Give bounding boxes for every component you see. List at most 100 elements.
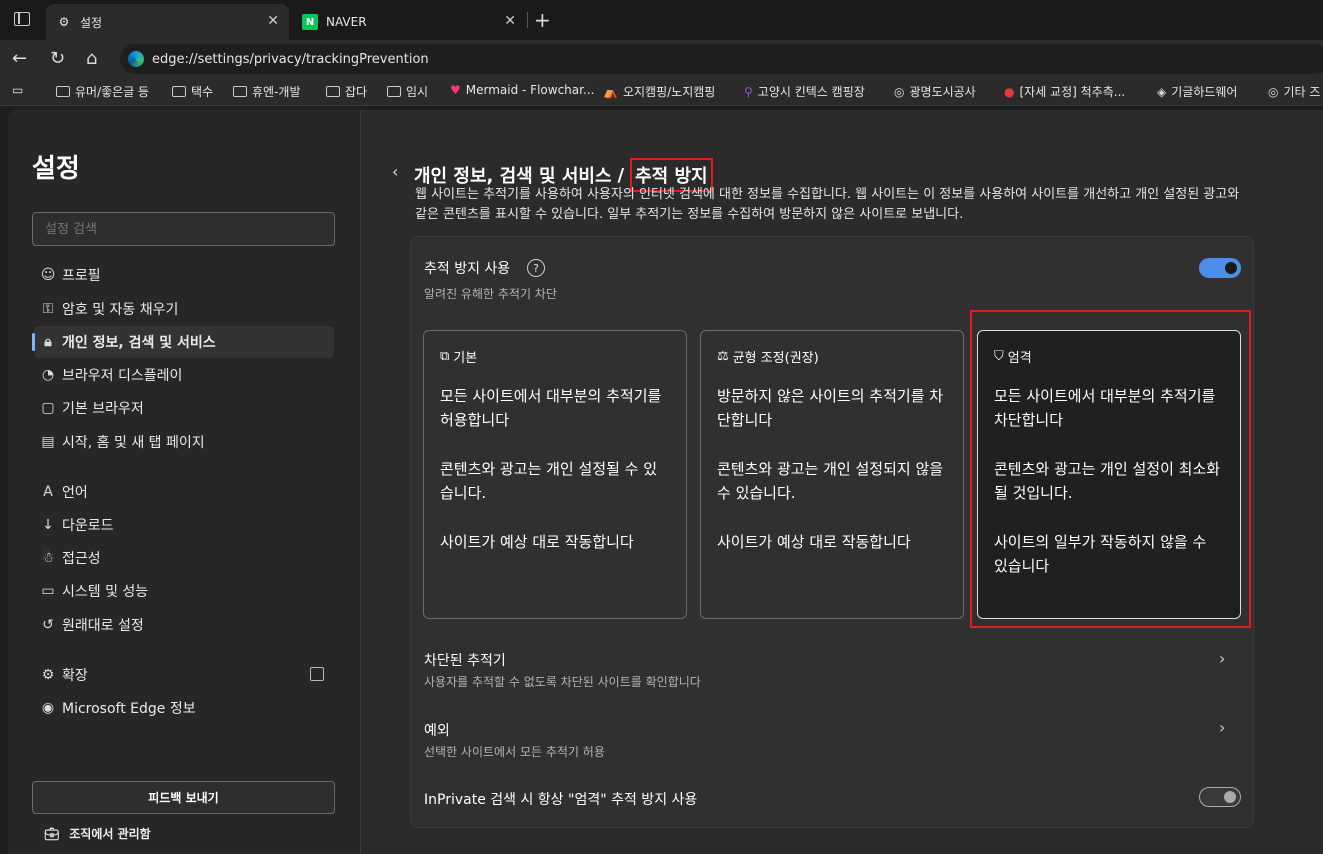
inprivate-label: InPrivate 검색 시 항상 "엄격" 추적 방지 사용	[424, 792, 698, 808]
edge-icon	[128, 51, 144, 67]
tab-settings[interactable]: ⚙ 설정 ✕	[46, 4, 289, 40]
address-bar[interactable]: edge://settings/privacy/trackingPreventi…	[120, 44, 1323, 74]
sidebar-item-passwords[interactable]: ⚿ 암호 및 자동 채우기	[34, 293, 334, 325]
sidebar: 설정 ☺프로필 ⚿암호 및 자동 채우기 🔒︎개인 정보, 검색 및 서비스 ◔…	[8, 110, 361, 854]
page-description: 웹 사이트는 추적기를 사용하여 사용자의 인터넷 검색에 대한 정보를 수집합…	[415, 187, 1240, 222]
enable-sub: 알려진 유해한 추적기 차단	[424, 287, 557, 301]
chevron-right-icon[interactable]: ›	[1219, 649, 1225, 668]
camp-icon: ⛺	[603, 84, 618, 99]
sidebar-item-language[interactable]: A 언어	[34, 476, 334, 508]
new-tab-icon[interactable]: +	[534, 8, 551, 32]
bookmark-item[interactable]: ◎ 기타 즈	[1268, 83, 1320, 100]
help-icon[interactable]: ?	[527, 259, 545, 277]
folder-icon	[56, 86, 70, 97]
profile-icon: ☺	[40, 267, 56, 283]
option-balanced[interactable]: ⚖ 균형 조정(권장) 방문하지 않은 사이트의 추적기를 차단합니다 콘텐츠와 …	[700, 330, 964, 619]
bookmark-item[interactable]: ⛺ 오지캠핑/노지캠핑	[603, 83, 715, 100]
language-icon: A	[43, 484, 53, 500]
collections-icon[interactable]: ▭	[12, 83, 23, 97]
chevron-right-icon[interactable]: ›	[1219, 718, 1225, 737]
tab-bar: ⚙ 설정 ✕ N NAVER ✕ +	[0, 0, 1323, 40]
sidebar-item-extensions[interactable]: ⚙ 확장	[34, 659, 334, 691]
shield-basic-icon: ⧉	[440, 349, 450, 364]
bookmark-item[interactable]: ◈ 기글하드웨어	[1157, 83, 1237, 100]
briefcase-icon: 💼︎	[44, 826, 60, 841]
exceptions-title[interactable]: 예외	[424, 720, 450, 740]
browser-icon: ▢	[41, 400, 55, 416]
sidebar-title: 설정	[32, 154, 80, 184]
naver-icon: N	[302, 14, 318, 30]
chevron-left-icon[interactable]: ‹	[392, 162, 398, 181]
home-icon[interactable]: ⌂	[86, 48, 97, 69]
close-icon[interactable]: ✕	[504, 13, 516, 29]
option-line: 사이트가 예상 대로 작동합니다	[440, 533, 634, 551]
download-icon: ↓	[42, 517, 54, 533]
option-line: 모든 사이트에서 대부분의 추적기를 허용합니다	[440, 387, 662, 429]
folder-icon	[387, 86, 401, 97]
tracking-toggle[interactable]	[1199, 258, 1241, 278]
search-input[interactable]	[32, 212, 335, 246]
bookmark-item[interactable]: 택수	[172, 83, 213, 100]
tab-label: NAVER	[326, 15, 367, 29]
bookmark-item[interactable]: ♥ Mermaid - Flowchar...	[450, 83, 594, 97]
toggle-knob	[1224, 791, 1236, 803]
folder-icon	[172, 86, 186, 97]
url-text: edge://settings/privacy/trackingPreventi…	[152, 51, 429, 67]
bookmark-item[interactable]: 잡다	[326, 83, 367, 100]
sidebar-item-about[interactable]: ◉ Microsoft Edge 정보	[34, 692, 334, 724]
inprivate-toggle[interactable]	[1199, 787, 1241, 807]
enable-label: 추적 방지 사용	[424, 261, 511, 277]
sidebar-item-system[interactable]: ▭ 시스템 및 성능	[34, 575, 334, 607]
bookmark-item[interactable]: ◎ 광명도시공사	[894, 83, 976, 100]
globe-icon: ◎	[1268, 84, 1279, 99]
workspace-icon[interactable]	[14, 12, 30, 26]
tab-label: 설정	[80, 15, 103, 30]
figure-icon: ⚲	[744, 84, 753, 99]
sidebar-item-start-home[interactable]: ▤ 시작, 홈 및 새 탭 페이지	[34, 426, 334, 458]
bookmark-item[interactable]: ● [자세 교정] 척추측...	[1004, 83, 1125, 100]
mermaid-icon: ♥	[450, 83, 461, 97]
back-arrow-icon[interactable]: ←	[12, 48, 27, 69]
folder-icon	[326, 86, 340, 97]
tab-naver[interactable]: N NAVER ✕	[292, 4, 526, 40]
bookmark-item[interactable]: ⚲ 고양시 킨텍스 캠핑장	[744, 83, 865, 100]
external-link-icon	[310, 667, 324, 681]
org-managed[interactable]: 💼︎ 조직에서 관리함	[44, 825, 151, 842]
scale-icon: ⚖	[717, 349, 729, 364]
accessibility-icon: ☃	[41, 550, 55, 566]
blocked-trackers-title[interactable]: 차단된 추적기	[424, 650, 506, 670]
blocked-trackers-sub: 사용자를 추적할 수 없도록 차단된 사이트를 확인합니다	[424, 675, 701, 689]
exceptions-sub: 선택한 사이트에서 모든 추적기 허용	[424, 745, 605, 759]
sidebar-item-default-browser[interactable]: ▢ 기본 브라우저	[34, 392, 334, 424]
gear-icon: ⚙	[58, 15, 70, 29]
extension-icon: ⚙	[41, 667, 55, 683]
bookmark-item[interactable]: 임시	[387, 83, 428, 100]
toggle-knob	[1225, 262, 1237, 274]
refresh-icon[interactable]: ↻	[50, 48, 65, 69]
highlight-box	[970, 310, 1251, 628]
option-line: 사이트가 예상 대로 작동합니다	[717, 533, 911, 551]
site-icon: ●	[1004, 84, 1015, 99]
sidebar-item-accessibility[interactable]: ☃ 접근성	[34, 542, 334, 574]
breadcrumb-separator: /	[617, 164, 625, 186]
bookmark-item[interactable]: 유머/좋은글 등	[56, 83, 149, 100]
sidebar-item-privacy[interactable]: 🔒︎ 개인 정보, 검색 및 서비스	[32, 326, 334, 358]
bookmarks-bar: ▭ 유머/좋은글 등 택수 휴엔-개발 잡다 임시 ♥ Mermaid - Flo…	[0, 78, 1323, 106]
tab-divider	[527, 12, 528, 28]
laptop-icon: ▭	[41, 583, 55, 599]
option-line: 콘텐츠와 광고는 개인 설정되지 않을 수 있습니다.	[717, 460, 944, 502]
sidebar-item-downloads[interactable]: ↓ 다운로드	[34, 509, 334, 541]
reset-icon: ↺	[42, 617, 54, 633]
bookmark-item[interactable]: 휴엔-개발	[233, 83, 301, 100]
sidebar-item-reset[interactable]: ↺ 원래대로 설정	[34, 609, 334, 641]
sidebar-item-display[interactable]: ◔ 브라우저 디스플레이	[34, 359, 334, 391]
sidebar-item-profile[interactable]: ☺ 프로필	[34, 259, 334, 291]
site-icon: ◈	[1157, 84, 1167, 99]
option-line: 콘텐츠와 광고는 개인 설정될 수 있습니다.	[440, 460, 658, 502]
folder-icon	[233, 86, 247, 97]
feedback-button[interactable]: 피드백 보내기	[32, 781, 335, 814]
option-line: 방문하지 않은 사이트의 추적기를 차단합니다	[717, 387, 944, 429]
option-basic[interactable]: ⧉ 기본 모든 사이트에서 대부분의 추적기를 허용합니다 콘텐츠와 광고는 개인…	[423, 330, 687, 619]
close-icon[interactable]: ✕	[267, 13, 279, 29]
home-icon: ▤	[41, 434, 55, 450]
